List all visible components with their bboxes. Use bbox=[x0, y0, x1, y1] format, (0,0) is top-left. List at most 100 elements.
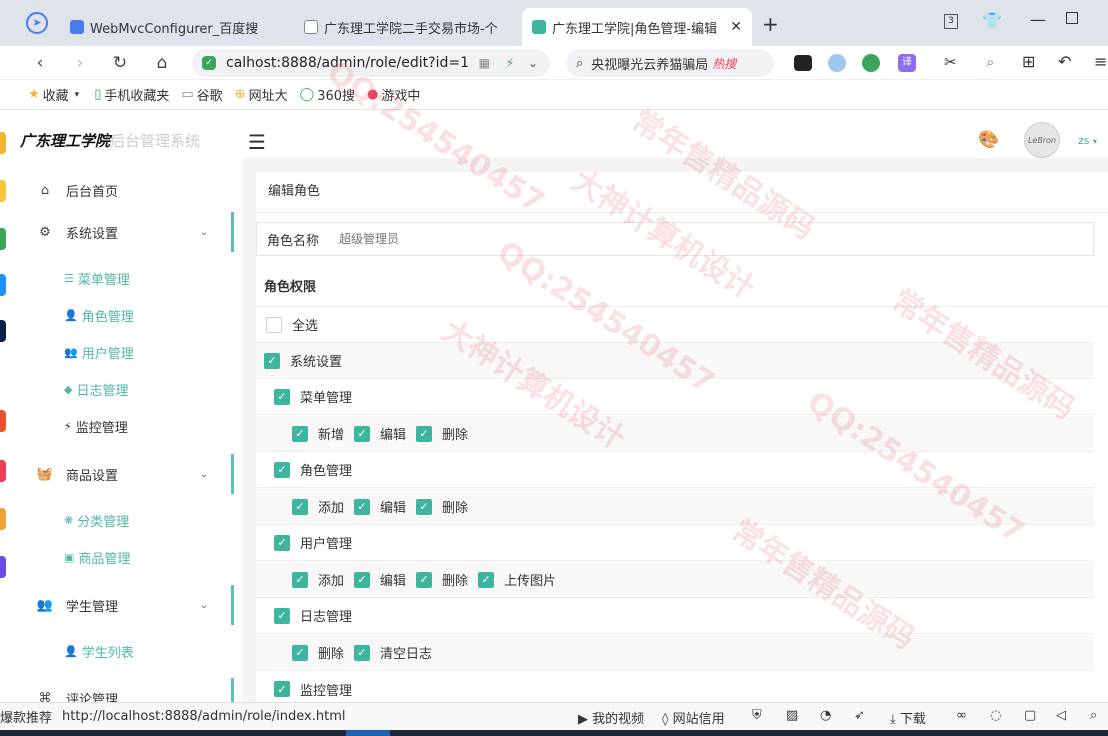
bolt-icon[interactable]: ⚡ bbox=[506, 56, 514, 70]
extension-icon[interactable] bbox=[794, 55, 812, 71]
reload-icon[interactable]: ↻ bbox=[108, 51, 132, 75]
status-promo[interactable]: 爆款推荐 bbox=[0, 707, 52, 726]
sidebar-item-system[interactable]: ⚙ 系统设置 ⌄ bbox=[16, 212, 234, 252]
check-icon: ✓ bbox=[354, 425, 371, 442]
shirt-icon[interactable]: 👕 bbox=[982, 11, 1002, 30]
checkbox-log[interactable]: ✓ 日志管理 bbox=[274, 606, 352, 625]
sidebar-item-goods[interactable]: 🧺 商品设置 ⌄ bbox=[16, 454, 234, 494]
sidebar-item-user[interactable]: 👥 用户管理 bbox=[64, 340, 134, 364]
checkbox-user-edit[interactable]: ✓ 编辑 bbox=[354, 570, 406, 589]
scissors-icon[interactable]: ✂ bbox=[944, 53, 957, 71]
perm-row-system: ✓ 系统设置 bbox=[256, 343, 1094, 379]
sidebar-item-menu[interactable]: ☰ 菜单管理 bbox=[64, 266, 130, 290]
magnifier-icon[interactable]: ⌕ bbox=[986, 53, 994, 71]
user-icon: 👤 bbox=[64, 644, 78, 658]
bookmark-google[interactable]: ▭ 谷歌 bbox=[181, 85, 222, 104]
sidebar-item-product[interactable]: ▣ 商品管理 bbox=[64, 545, 130, 569]
speed-icon[interactable]: ◔ bbox=[820, 708, 831, 723]
sidebar-item-category[interactable]: ❋ 分类管理 bbox=[64, 508, 129, 532]
extension-icon[interactable] bbox=[862, 54, 880, 72]
list-icon: ☰ bbox=[64, 271, 74, 285]
check-icon: ✓ bbox=[264, 352, 280, 369]
checkbox-log-delete[interactable]: ✓ 删除 bbox=[292, 643, 344, 662]
qr-icon[interactable]: ▦ bbox=[479, 56, 490, 70]
checkbox-user-delete[interactable]: ✓ 删除 bbox=[416, 570, 468, 589]
checkbox-system[interactable]: ✓ 系统设置 bbox=[264, 351, 342, 370]
taskbar-active-item[interactable] bbox=[346, 730, 390, 736]
sidebar-item-monitor[interactable]: ⚡ 监控管理 bbox=[64, 414, 128, 438]
search-box[interactable]: ⌕ 央视曝光云养猫骗局 热搜 bbox=[566, 49, 774, 77]
zoom-icon[interactable]: ⌕ bbox=[1090, 708, 1097, 723]
forward-icon[interactable]: › bbox=[68, 51, 92, 75]
sidebar-item-student-list[interactable]: 👤 学生列表 bbox=[64, 639, 134, 663]
status-trust[interactable]: ◊ 网站信用 bbox=[662, 708, 725, 727]
bookmark-games[interactable]: ● 游戏中 bbox=[367, 85, 420, 104]
status-download[interactable]: ⤓ 下载 bbox=[890, 708, 926, 727]
translate-icon[interactable]: 译 bbox=[898, 54, 916, 72]
check-icon: ✓ bbox=[416, 571, 433, 588]
check-icon: ✓ bbox=[292, 644, 308, 661]
status-video[interactable]: ▶ 我的视频 bbox=[578, 708, 644, 727]
chat-icon[interactable]: ◌ bbox=[990, 708, 1001, 723]
checkbox-log-clear[interactable]: ✓ 清空日志 bbox=[354, 643, 432, 662]
checkbox-user-add[interactable]: ✓ 添加 bbox=[292, 570, 344, 589]
tab-count-badge[interactable]: 3 bbox=[944, 14, 958, 29]
checkbox-monitor[interactable]: ✓ 监控管理 bbox=[274, 680, 352, 699]
undo-icon[interactable]: ↶ bbox=[1058, 52, 1071, 71]
home-icon: ⌂ bbox=[40, 182, 50, 198]
maximize-icon[interactable] bbox=[1066, 12, 1078, 24]
chevron-down-icon[interactable]: ⌄ bbox=[528, 56, 538, 70]
check-icon: ✓ bbox=[416, 425, 433, 442]
address-bar[interactable]: ✓ calhost:8888/admin/role/edit?id=1 ▦ ⚡ … bbox=[192, 49, 550, 77]
sidebar-item-student[interactable]: 👥 学生管理 ⌄ bbox=[16, 585, 234, 625]
minimize-icon[interactable]: — bbox=[1030, 10, 1046, 29]
browser-logo-icon[interactable]: ➤ bbox=[26, 12, 48, 34]
menu-icon[interactable]: ≡ bbox=[1094, 52, 1107, 71]
checkbox-user[interactable]: ✓ 用户管理 bbox=[274, 533, 352, 552]
checkbox-user-upload[interactable]: ✓ 上传图片 bbox=[478, 570, 556, 589]
sidebar-item-comment[interactable]: ⌘ 评论管理 bbox=[16, 678, 234, 702]
role-name-row: 角色名称 bbox=[256, 222, 1094, 256]
check-icon: ✓ bbox=[354, 644, 371, 661]
strip-app-icon bbox=[0, 228, 6, 250]
checkbox-role[interactable]: ✓ 角色管理 bbox=[274, 460, 352, 479]
tab-market[interactable]: 广东理工学院二手交易市场-个 bbox=[294, 8, 516, 46]
bookmark-hao[interactable]: ⊕ 网址大 bbox=[235, 85, 288, 104]
palette-icon[interactable]: 🎨 bbox=[978, 130, 999, 150]
game-icon: ● bbox=[367, 87, 379, 102]
checkbox-role-edit[interactable]: ✓ 编辑 bbox=[354, 497, 406, 516]
home-icon[interactable]: ⌂ bbox=[150, 51, 174, 75]
checkbox-menu-delete[interactable]: ✓ 删除 bbox=[416, 424, 468, 443]
checkbox-select-all[interactable]: 全选 bbox=[266, 315, 318, 334]
role-name-input[interactable] bbox=[339, 232, 639, 246]
username-menu[interactable]: zs ▾ bbox=[1078, 134, 1097, 147]
sidebar-item-role[interactable]: 👤 角色管理 bbox=[64, 303, 134, 327]
rocket-icon[interactable]: ➶ bbox=[854, 708, 865, 723]
checkbox-menu[interactable]: ✓ 菜单管理 bbox=[274, 387, 352, 406]
hamburger-icon[interactable]: ☰ bbox=[248, 130, 266, 154]
bookmark-360[interactable]: ◯ 360搜 bbox=[300, 85, 355, 104]
volume-icon[interactable]: ◁ bbox=[1056, 708, 1066, 723]
glasses-icon[interactable]: ∞ bbox=[956, 708, 967, 723]
shield-icon[interactable]: ⛨ bbox=[752, 708, 762, 723]
checkbox-role-add[interactable]: ✓ 添加 bbox=[292, 497, 344, 516]
strip-app-icon bbox=[0, 460, 6, 482]
new-tab-button[interactable]: + bbox=[762, 12, 779, 36]
tab-baidu[interactable]: WebMvcConfigurer_百度搜 bbox=[60, 8, 282, 46]
avatar[interactable]: LeBron bbox=[1024, 122, 1060, 158]
bookmark-mobile[interactable]: ▯ 手机收藏夹 bbox=[94, 85, 169, 104]
tab-role-edit[interactable]: 广东理工学院|角色管理-编辑 ✕ bbox=[522, 8, 752, 46]
extension-icon[interactable] bbox=[828, 54, 846, 72]
back-icon[interactable]: ‹ bbox=[28, 51, 52, 75]
image-icon[interactable]: ▨ bbox=[786, 708, 798, 723]
check-icon: ✓ bbox=[274, 681, 290, 697]
checkbox-role-delete[interactable]: ✓ 删除 bbox=[416, 497, 468, 516]
close-tab-icon[interactable]: ✕ bbox=[730, 19, 742, 35]
window-icon[interactable]: ▢ bbox=[1024, 708, 1036, 723]
checkbox-menu-add[interactable]: ✓ 新增 bbox=[292, 424, 344, 443]
apps-grid-icon[interactable]: ⊞ bbox=[1022, 52, 1035, 71]
bookmark-favorites[interactable]: ★ 收藏 ▾ bbox=[28, 85, 82, 104]
sidebar-item-log[interactable]: ◆ 日志管理 bbox=[64, 377, 128, 401]
checkbox-menu-edit[interactable]: ✓ 编辑 bbox=[354, 424, 406, 443]
sidebar-item-home[interactable]: ⌂ 后台首页 bbox=[16, 170, 234, 210]
